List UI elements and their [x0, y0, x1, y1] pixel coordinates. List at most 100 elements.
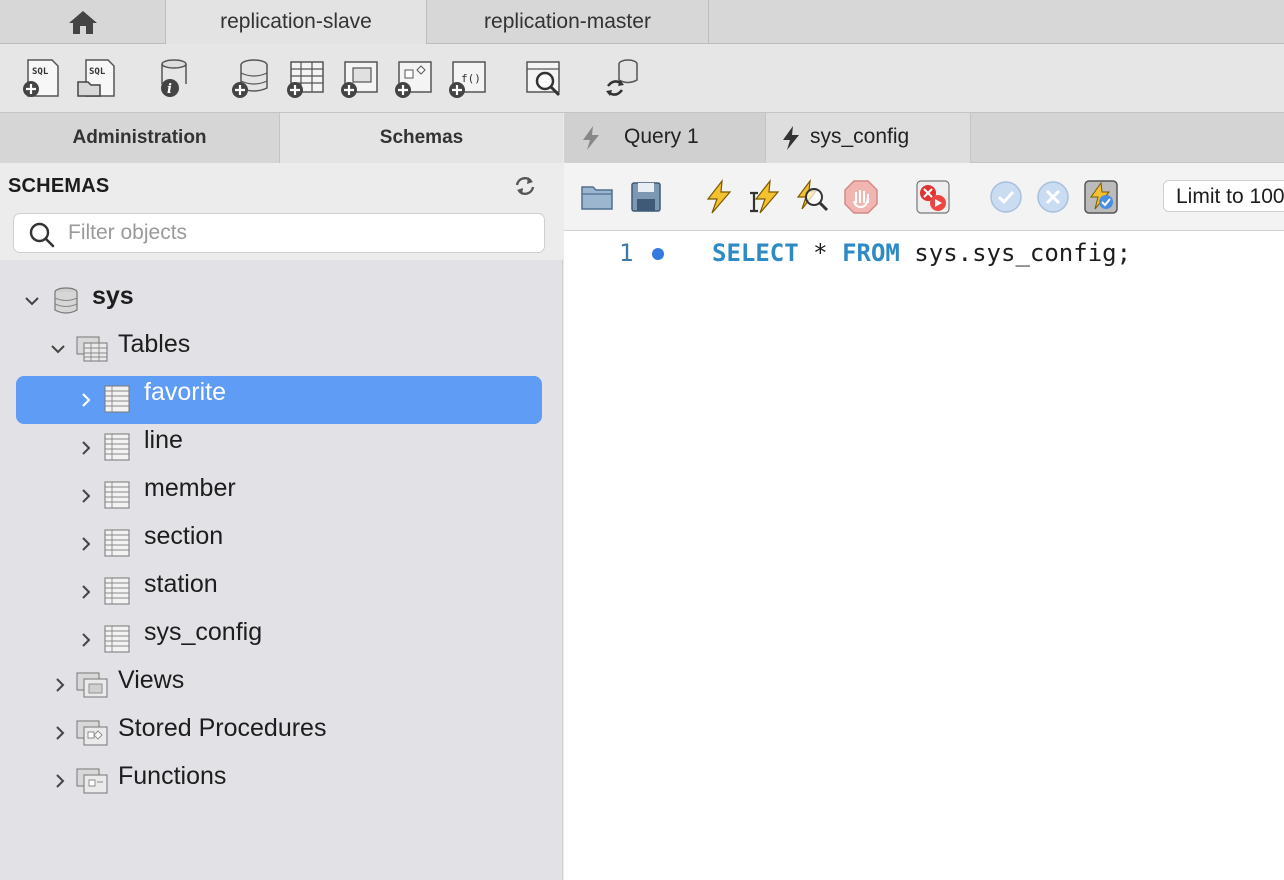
table-icon	[104, 625, 130, 653]
explain-icon[interactable]	[794, 179, 830, 215]
tab-schemas[interactable]: Schemas	[280, 113, 563, 163]
home-icon	[68, 11, 97, 34]
reconnect-icon[interactable]	[600, 56, 644, 100]
lightning-icon	[783, 126, 799, 150]
tree-node-table-favorite[interactable]: favorite	[16, 376, 542, 424]
views-folder-icon	[76, 672, 108, 698]
chevron-right-icon[interactable]	[77, 583, 95, 601]
tree-node-table-station[interactable]: station	[16, 568, 542, 616]
rollback-icon[interactable]	[1035, 179, 1071, 215]
sql-code-line[interactable]: SELECT * FROM sys.sys_config;	[712, 239, 1131, 267]
svg-text:SQL: SQL	[32, 67, 49, 77]
statement-marker-icon	[652, 248, 664, 260]
create-view-icon[interactable]	[337, 56, 381, 100]
tree-node-table-member[interactable]: member	[16, 472, 542, 520]
table-name: station	[144, 570, 218, 598]
tab-label: sys_config	[810, 125, 910, 148]
commit-icon[interactable]	[988, 179, 1024, 215]
filter-objects-input[interactable]	[68, 220, 528, 246]
tree-node-functions[interactable]: Functions	[0, 754, 563, 802]
chevron-right-icon[interactable]	[77, 487, 95, 505]
tab-query-1[interactable]: Query 1	[564, 113, 766, 163]
tables-label: Tables	[118, 330, 191, 358]
tab-label: Query 1	[624, 125, 699, 148]
tree-node-table-line[interactable]: line	[16, 424, 542, 472]
editor-tab-bar: Query 1 sys_config	[564, 113, 1284, 163]
auto-commit-icon[interactable]	[1083, 179, 1119, 215]
functions-folder-icon	[76, 768, 108, 794]
create-procedure-icon[interactable]	[391, 56, 435, 100]
filter-objects-field[interactable]	[13, 213, 545, 253]
execute-icon[interactable]	[700, 179, 736, 215]
search-icon	[29, 222, 55, 248]
tree-node-schema-sys[interactable]: sys	[0, 274, 563, 322]
tree-node-table-section[interactable]: section	[16, 520, 542, 568]
tree-node-stored-procedures[interactable]: Stored Procedures	[0, 706, 563, 754]
chevron-right-icon[interactable]	[77, 391, 95, 409]
connection-tab-replication-master[interactable]: replication-master	[427, 0, 709, 44]
chevron-right-icon[interactable]	[77, 439, 95, 457]
chevron-right-icon[interactable]	[51, 772, 69, 790]
home-tab[interactable]	[0, 0, 166, 44]
chevron-right-icon[interactable]	[51, 724, 69, 742]
tree-node-tables[interactable]: Tables	[0, 322, 563, 370]
table-icon	[104, 433, 130, 461]
svg-text:i: i	[167, 82, 172, 97]
open-folder-icon[interactable]	[580, 179, 616, 215]
sql-keyword: FROM	[842, 239, 900, 267]
create-function-icon[interactable]: f()	[445, 56, 489, 100]
table-icon	[104, 481, 130, 509]
table-name: favorite	[144, 378, 226, 406]
main-toolbar: SQL SQL i f()	[0, 44, 1284, 113]
chevron-right-icon[interactable]	[77, 535, 95, 553]
schema-tree: sys Tables favorite line member section …	[0, 260, 563, 880]
sql-editor[interactable]: 1 SELECT * FROM sys.sys_config;	[564, 231, 1284, 880]
execute-current-icon[interactable]	[746, 179, 782, 215]
tree-node-table-sys-config[interactable]: sys_config	[16, 616, 542, 664]
stop-icon[interactable]	[843, 179, 879, 215]
connection-tab-label: replication-master	[484, 10, 651, 33]
table-icon	[104, 529, 130, 557]
schemas-panel-header: SCHEMAS	[0, 163, 563, 260]
table-name: section	[144, 522, 224, 550]
chevron-right-icon[interactable]	[77, 631, 95, 649]
table-icon	[104, 385, 130, 413]
tab-sys-config[interactable]: sys_config	[766, 113, 971, 163]
tables-folder-icon	[76, 336, 108, 362]
stored-procedures-label: Stored Procedures	[118, 714, 327, 742]
refresh-icon[interactable]	[512, 173, 538, 199]
new-sql-tab-icon[interactable]: SQL	[18, 56, 62, 100]
table-name: line	[144, 426, 183, 454]
schema-inspector-icon[interactable]: i	[150, 56, 194, 100]
connection-tab-bar: replication-slave replication-master	[0, 0, 1284, 44]
sql-keyword: SELECT	[712, 239, 799, 267]
toggle-stop-on-error-icon[interactable]	[915, 179, 951, 215]
chevron-down-icon[interactable]	[23, 292, 41, 310]
create-schema-icon[interactable]	[228, 56, 272, 100]
create-table-icon[interactable]	[283, 56, 327, 100]
chevron-down-icon[interactable]	[49, 340, 67, 358]
views-label: Views	[118, 666, 185, 694]
lightning-icon	[583, 126, 599, 150]
connection-tab-replication-slave[interactable]: replication-slave	[166, 0, 427, 44]
svg-text:f(): f()	[461, 72, 481, 85]
open-sql-script-icon[interactable]: SQL	[74, 56, 118, 100]
search-table-data-icon[interactable]	[523, 56, 567, 100]
table-name: sys_config	[144, 618, 263, 646]
table-icon	[104, 577, 130, 605]
functions-label: Functions	[118, 762, 227, 790]
stored-procedures-folder-icon	[76, 720, 108, 746]
line-number: 1	[619, 239, 634, 267]
tab-administration[interactable]: Administration	[0, 113, 280, 163]
table-name: member	[144, 474, 236, 502]
database-icon	[54, 287, 78, 314]
schemas-title: SCHEMAS	[8, 175, 110, 197]
tree-node-views[interactable]: Views	[0, 658, 563, 706]
limit-rows-select[interactable]: Limit to 1000 rows	[1163, 180, 1284, 212]
schema-name: sys	[92, 282, 134, 310]
chevron-right-icon[interactable]	[51, 676, 69, 694]
sql-text: sys.sys_config;	[899, 239, 1132, 267]
sql-text: *	[798, 239, 843, 267]
save-icon[interactable]	[628, 179, 664, 215]
sidebar-tab-bar: Administration Schemas	[0, 113, 563, 163]
